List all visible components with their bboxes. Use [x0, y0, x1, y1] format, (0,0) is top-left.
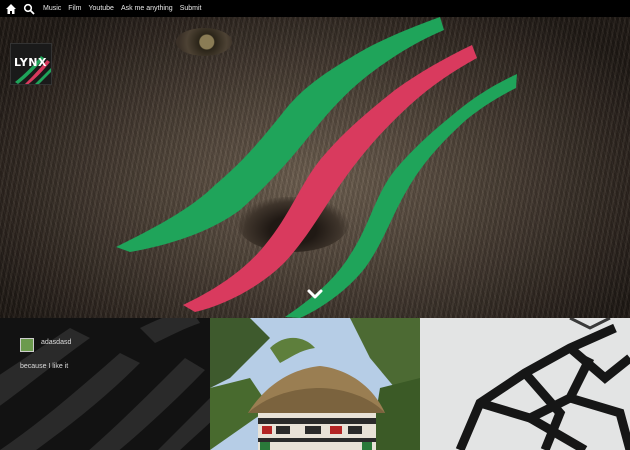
- post-tile-hut-photo[interactable]: [210, 318, 420, 450]
- home-icon[interactable]: [5, 3, 17, 15]
- logo-text: LYNX: [14, 56, 47, 69]
- claw-stroke-green-1: [116, 17, 444, 252]
- blog-logo[interactable]: LYNX: [10, 43, 52, 85]
- nav-ask[interactable]: Ask me anything: [121, 0, 173, 17]
- nav-film[interactable]: Film: [68, 0, 81, 17]
- nav-menu: Music Film Youtube Ask me anything Submi…: [43, 0, 201, 17]
- search-icon[interactable]: [23, 3, 35, 15]
- nav-youtube[interactable]: Youtube: [89, 0, 114, 17]
- post-caption: because I like it: [20, 363, 69, 370]
- hut-photo: [210, 318, 420, 450]
- post-username[interactable]: adasdasd: [41, 339, 71, 346]
- hero-banner: LYNX: [0, 17, 630, 318]
- post-tile-sculpture-photo[interactable]: [420, 318, 630, 450]
- claw-marks: [116, 17, 517, 318]
- sculpture-photo: [420, 318, 630, 450]
- top-bar: Music Film Youtube Ask me anything Submi…: [0, 0, 630, 17]
- post-tile-text[interactable]: adasdasd because I like it: [0, 318, 210, 450]
- chevron-down-icon[interactable]: [304, 287, 326, 303]
- nav-submit[interactable]: Submit: [180, 0, 202, 17]
- nav-music[interactable]: Music: [43, 0, 61, 17]
- avatar[interactable]: [20, 338, 34, 352]
